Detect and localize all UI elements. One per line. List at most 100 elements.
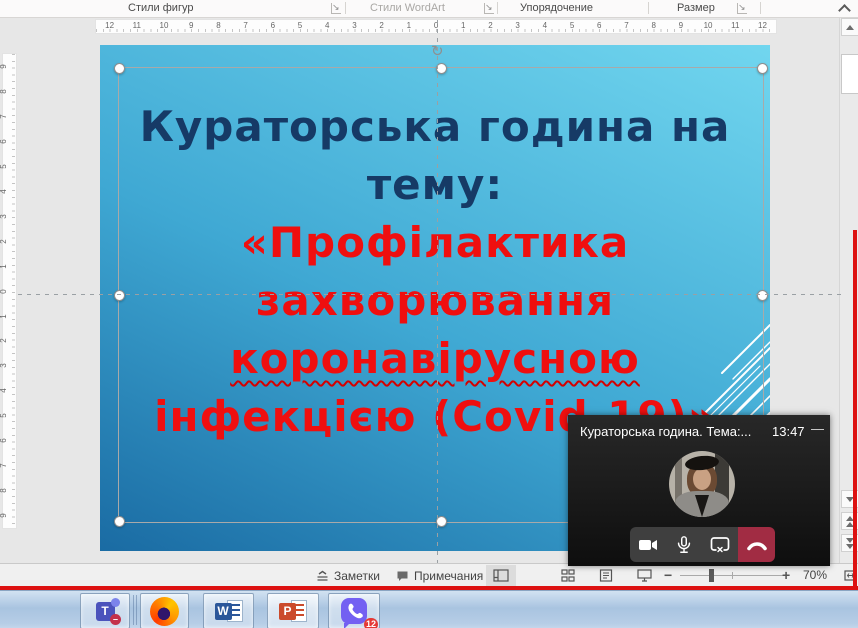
minimize-icon[interactable]: — — [811, 421, 824, 436]
screen-share-stop-icon — [709, 535, 731, 555]
status-bar: Заметки Примечания — [0, 563, 858, 587]
notes-label: Заметки — [334, 569, 380, 583]
ruler-number: 12 — [749, 20, 776, 33]
horizontal-guide[interactable] — [18, 294, 845, 295]
camera-button[interactable] — [630, 527, 666, 562]
resize-handle[interactable] — [114, 290, 125, 301]
ruler-number: 6 — [0, 135, 22, 148]
resize-handle[interactable] — [757, 290, 768, 301]
teams-busy-badge: – — [110, 614, 121, 625]
ribbon-group-size[interactable]: Размер — [677, 2, 715, 14]
viber-taskbar-button[interactable]: 12 — [328, 593, 380, 628]
ruler-number: 1 — [0, 260, 22, 273]
group-separator — [648, 2, 649, 14]
hang-up-button[interactable] — [738, 527, 775, 562]
normal-view-icon — [493, 569, 509, 582]
ruler-number: 1 — [0, 310, 22, 323]
vertical-ruler: 9876543210123456789 — [2, 53, 17, 529]
zoom-slider-track[interactable] — [680, 575, 786, 576]
scroll-up-button[interactable] — [841, 18, 858, 36]
firefox-icon — [150, 597, 179, 626]
ribbon-group-labels-row: Стили фигур ↘ Стили WordArt ↘ Упорядочен… — [0, 0, 858, 18]
comments-label: Примечания — [414, 569, 483, 583]
ruler-number: 7 — [232, 20, 259, 33]
resize-handle[interactable] — [757, 63, 768, 74]
ruler-number: 8 — [0, 484, 22, 497]
ruler-number: 6 — [586, 20, 613, 33]
ruler-number: 6 — [0, 434, 22, 447]
ribbon-group-arrange[interactable]: Упорядочение — [520, 2, 593, 14]
resize-handle[interactable] — [114, 516, 125, 527]
ruler-number: 8 — [640, 20, 667, 33]
ribbon-group-shape-styles[interactable]: Стили фигур — [128, 2, 193, 14]
ruler-number: 7 — [0, 459, 22, 472]
zoom-slider-thumb[interactable] — [709, 569, 714, 582]
ruler-number: 3 — [0, 210, 22, 223]
ruler-number: 9 — [0, 509, 22, 522]
viber-phone-glyph — [341, 598, 367, 624]
taskbar-separator — [136, 595, 137, 625]
ruler-number: 4 — [314, 20, 341, 33]
reading-view-button[interactable] — [591, 565, 621, 586]
powerpoint-taskbar-button[interactable]: P — [267, 593, 319, 628]
resize-handle[interactable] — [114, 63, 125, 74]
collapse-ribbon-icon[interactable] — [838, 4, 851, 17]
group-separator — [345, 2, 346, 14]
ruler-number: 2 — [477, 20, 504, 33]
ruler-number: 1 — [395, 20, 422, 33]
zoom-in-button[interactable]: + — [782, 567, 790, 583]
taskbar-separator — [133, 595, 134, 625]
slideshow-button[interactable] — [629, 565, 659, 586]
group-separator — [760, 2, 761, 14]
ruler-number: 9 — [0, 60, 22, 73]
normal-view-button[interactable] — [486, 565, 516, 586]
screen-share-stop-button[interactable] — [702, 527, 738, 562]
zoom-slider-notch — [732, 572, 733, 579]
hang-up-icon — [745, 536, 769, 554]
viber-call-overlay[interactable]: Кураторська година. Тема:... 13:47 — — [568, 415, 830, 566]
call-title: Кураторська година. Тема:... — [580, 424, 760, 439]
ruler-number: 4 — [0, 185, 22, 198]
dialog-launcher-icon[interactable]: ↘ — [484, 3, 494, 14]
ruler-number: 5 — [0, 160, 22, 173]
slideshow-icon — [637, 569, 652, 582]
ruler-number: 7 — [0, 110, 22, 123]
ruler-number: 5 — [0, 409, 22, 422]
dialog-launcher-icon[interactable]: ↘ — [331, 3, 341, 14]
ruler-number: 8 — [205, 20, 232, 33]
ruler-number: 11 — [722, 20, 749, 33]
ruler-number: 2 — [368, 20, 395, 33]
powerpoint-window: Стили фигур ↘ Стили WordArt ↘ Упорядочен… — [0, 0, 858, 628]
camera-icon — [637, 536, 659, 554]
microphone-button[interactable] — [666, 527, 702, 562]
zoom-out-button[interactable]: − — [664, 567, 672, 583]
word-taskbar-button[interactable]: W — [203, 593, 254, 628]
ruler-number: 11 — [123, 20, 150, 33]
slide-sorter-icon — [561, 569, 575, 582]
dialog-launcher-icon[interactable]: ↘ — [737, 3, 747, 14]
firefox-taskbar-button[interactable] — [140, 593, 189, 628]
vertical-guide[interactable] — [437, 20, 438, 563]
ruler-number: 4 — [531, 20, 558, 33]
ruler-number: 0 — [0, 285, 22, 298]
scrollbar-thumb[interactable] — [841, 54, 858, 94]
ribbon-group-wordart-styles[interactable]: Стили WordArt — [370, 2, 445, 14]
comments-icon — [396, 570, 409, 582]
share-border-bottom — [0, 586, 858, 590]
share-border-right — [853, 230, 857, 586]
word-icon: W — [215, 603, 232, 620]
ruler-number: 6 — [259, 20, 286, 33]
reading-view-icon — [599, 569, 613, 582]
call-controls — [630, 527, 775, 562]
slide-sorter-button[interactable] — [553, 565, 583, 586]
zoom-percentage[interactable]: 70% — [803, 568, 827, 582]
ruler-number: 10 — [150, 20, 177, 33]
notes-button[interactable]: Заметки — [316, 564, 380, 587]
call-duration: 13:47 — [772, 424, 805, 439]
comments-button[interactable]: Примечания — [396, 564, 483, 587]
teams-taskbar-button[interactable]: T – — [80, 593, 130, 628]
caller-avatar — [669, 451, 735, 517]
group-separator — [497, 2, 498, 14]
ruler-number: 7 — [613, 20, 640, 33]
ruler-number: 3 — [341, 20, 368, 33]
